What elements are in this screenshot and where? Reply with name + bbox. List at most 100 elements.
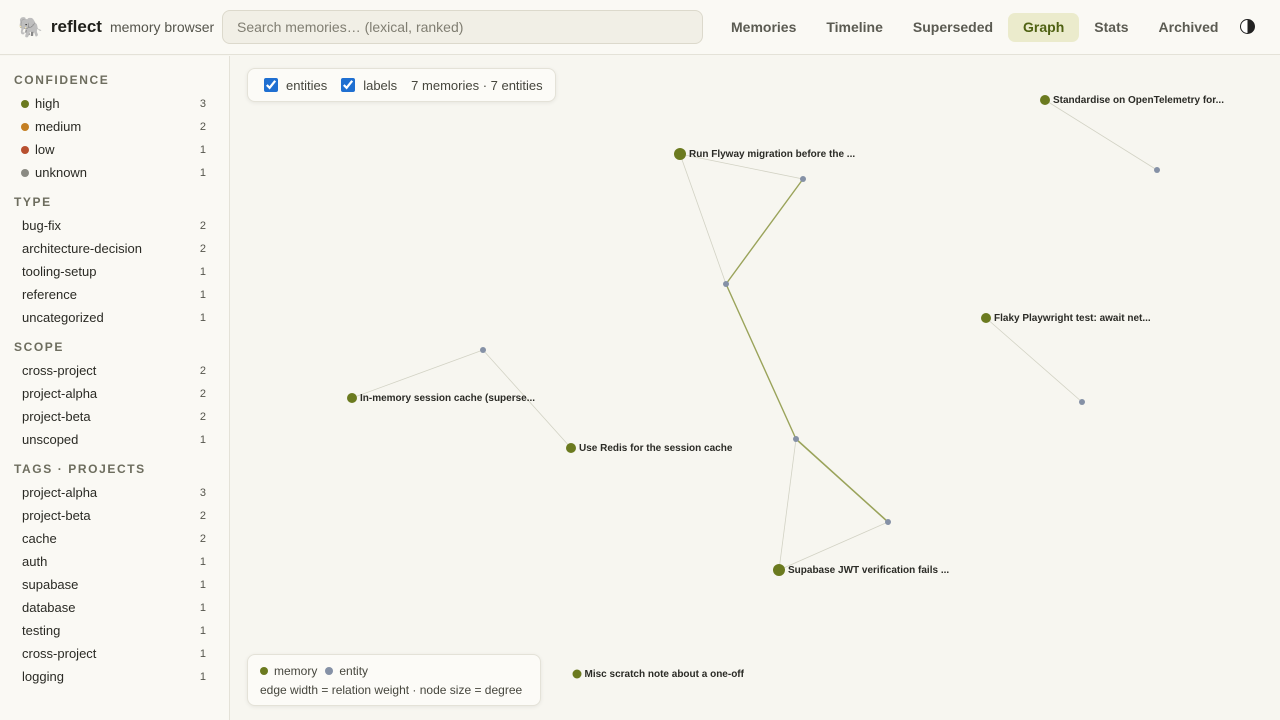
facet-scope-project-alpha[interactable]: project-alpha 2 [0, 382, 229, 405]
tab-graph[interactable]: Graph [1008, 13, 1080, 42]
facet-label: medium [35, 119, 82, 134]
facet-label: auth [22, 554, 48, 569]
entity-node[interactable] [723, 281, 729, 287]
facet-label: testing [22, 623, 61, 638]
facet-count: 2 [199, 219, 206, 232]
section-title-confidence: CONFIDENCE [14, 73, 110, 87]
facet-tags-auth[interactable]: auth 1 [0, 550, 229, 573]
facet-tags-project-beta[interactable]: project-beta 2 [0, 504, 229, 527]
facet-label: cross-project [22, 646, 97, 661]
facet-tags-cross-project[interactable]: cross-project 1 [0, 642, 229, 665]
facet-tags-testing[interactable]: testing 1 [0, 619, 229, 642]
facet-scope-unscoped[interactable]: unscoped 1 [0, 428, 229, 451]
tab-archived[interactable]: Archived [1144, 13, 1234, 42]
facet-sidebar: CONFIDENCE high 3 medium 2 low 1 unknown 1 TYPE… [0, 56, 230, 720]
entities-checkbox[interactable] [264, 78, 278, 92]
graph-edge [679, 153, 727, 285]
facet-tags-project-alpha[interactable]: project-alpha 3 [0, 481, 229, 504]
entities-toggle[interactable]: entities [264, 78, 327, 93]
facet-scope-cross-project[interactable]: cross-project 2 [0, 359, 229, 382]
entities-toggle-label: entities [286, 77, 328, 93]
memory-node-inmem[interactable] [347, 393, 357, 403]
graph-canvas[interactable]: Standardise on OpenTelemetry for... Run F… [231, 56, 1280, 720]
labels-toggle[interactable]: labels [341, 78, 397, 93]
entity-node[interactable] [800, 176, 806, 182]
facet-tags-supabase[interactable]: supabase 1 [0, 573, 229, 596]
entity-node[interactable] [793, 436, 799, 442]
facet-label: project-beta [22, 508, 91, 523]
confidence-dot-icon [21, 99, 29, 108]
facet-count: 1 [199, 143, 206, 156]
graph-controls: entities labels 7 memories · 7 entities [247, 68, 556, 102]
memory-node-otel[interactable] [1040, 95, 1050, 105]
facet-label: cross-project [22, 363, 97, 378]
graph-summary: 7 memories · 7 entities [411, 77, 543, 93]
entity-node[interactable] [1079, 399, 1085, 405]
memory-node-misc[interactable] [572, 669, 582, 679]
facet-tags-logging[interactable]: logging 1 [0, 665, 229, 688]
entity-node[interactable] [885, 519, 891, 525]
graph-edge [725, 178, 804, 285]
memory-node-flyway[interactable] [674, 148, 686, 160]
memory-node-label: Supabase JWT verification fails ... [788, 565, 949, 576]
graph-edge [795, 438, 889, 523]
facet-list-scope: cross-project 2 project-alpha 2 project-beta… [0, 359, 229, 451]
facet-type-reference[interactable]: reference 1 [0, 283, 229, 306]
facet-count: 1 [199, 601, 206, 614]
graph-edge [985, 317, 1083, 403]
graph-legend: memory entity edge width = relation weig… [247, 654, 541, 706]
graph-edge [725, 283, 797, 440]
facet-type-uncategorized[interactable]: uncategorized 1 [0, 306, 229, 329]
memory-node-label: In-memory session cache (superse... [360, 393, 535, 404]
facet-count: 1 [199, 624, 206, 637]
facet-count: 1 [199, 265, 206, 278]
facet-confidence-high[interactable]: high 3 [0, 92, 229, 115]
facet-scope-project-beta[interactable]: project-beta 2 [0, 405, 229, 428]
tab-superseded[interactable]: Superseded [898, 13, 1008, 42]
memory-node-label: Misc scratch note about a one-off [585, 669, 745, 680]
tab-stats[interactable]: Stats [1079, 13, 1143, 42]
facet-label: tooling-setup [22, 264, 97, 279]
facet-label: project-alpha [22, 485, 98, 500]
graph-edge [778, 521, 889, 571]
memory-node-jwt[interactable] [773, 564, 785, 576]
memory-node-label: Standardise on OpenTelemetry for... [1053, 95, 1224, 106]
graph-edge [351, 349, 484, 399]
facet-type-bug-fix[interactable]: bug-fix 2 [0, 214, 229, 237]
memory-legend-dot [260, 667, 268, 675]
facet-label: logging [22, 669, 64, 684]
facet-count: 1 [199, 578, 206, 591]
app-subtitle: memory browser [109, 19, 215, 35]
tab-memories[interactable]: Memories [716, 13, 811, 42]
graph-svg[interactable]: Standardise on OpenTelemetry for... Run F… [231, 56, 1280, 720]
facet-label: uncategorized [22, 310, 104, 325]
memory-node-playwright[interactable] [981, 313, 991, 323]
brand[interactable]: 🐘 reflect memory browser [18, 16, 215, 39]
labels-checkbox[interactable] [341, 78, 356, 92]
facet-confidence-unknown[interactable]: unknown 1 [0, 161, 229, 184]
facet-count: 3 [199, 486, 206, 499]
facet-confidence-medium[interactable]: medium 2 [0, 115, 229, 138]
facet-count: 2 [199, 387, 206, 400]
tab-timeline[interactable]: Timeline [811, 13, 898, 42]
facet-tags-cache[interactable]: cache 2 [0, 527, 229, 550]
entity-node[interactable] [480, 347, 486, 353]
entity-legend-dot [325, 667, 334, 675]
entity-node[interactable] [1154, 167, 1160, 173]
top-bar: 🐘 reflect memory browser MemoriesTimelin… [0, 0, 1280, 55]
section-title-type: TYPE [14, 195, 52, 209]
facet-type-tooling-setup[interactable]: tooling-setup 1 [0, 260, 229, 283]
facet-label: project-beta [22, 409, 91, 424]
elephant-icon: 🐘 [18, 17, 43, 39]
facet-list-type: bug-fix 2 architecture-decision 2 tooling-se… [0, 214, 229, 329]
facet-type-architecture-decision[interactable]: architecture-decision 2 [0, 237, 229, 260]
facet-tags-database[interactable]: database 1 [0, 596, 229, 619]
memory-node-redis[interactable] [566, 443, 576, 453]
contrast-icon[interactable] [1240, 19, 1255, 34]
confidence-dot-icon [21, 122, 29, 131]
facet-count: 2 [199, 120, 206, 133]
facet-confidence-low[interactable]: low 1 [0, 138, 229, 161]
labels-toggle-label: labels [363, 77, 398, 93]
search-input[interactable] [222, 10, 703, 44]
section-title-scope: SCOPE [14, 340, 65, 354]
